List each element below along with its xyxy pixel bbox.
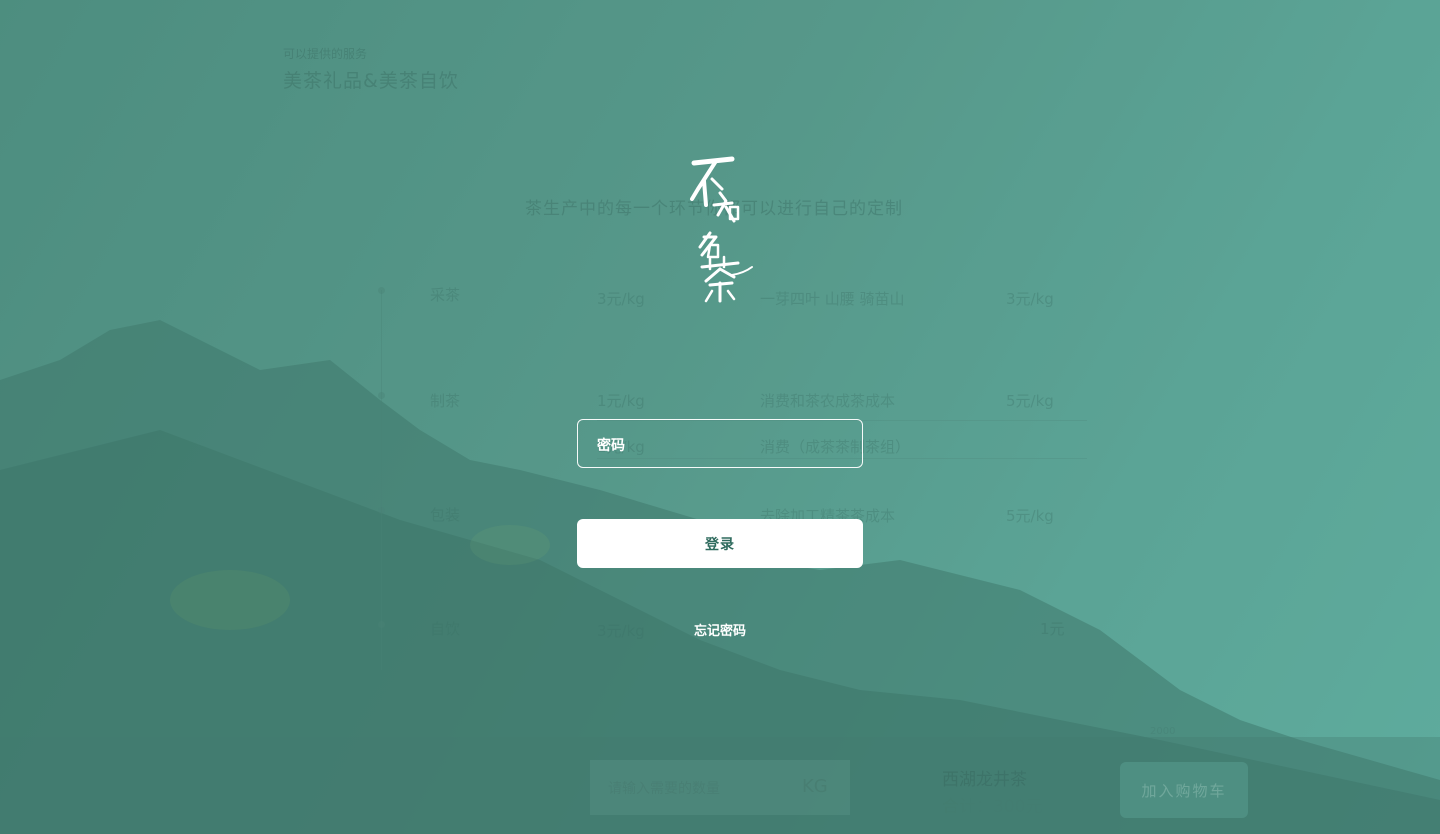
password-input[interactable] — [648, 428, 852, 460]
login-overlay: 密码 登录 忘记密码 — [0, 0, 1440, 834]
login-button[interactable]: 登录 — [577, 519, 863, 568]
password-label: 密码 — [597, 438, 625, 454]
password-field[interactable]: 密码 — [577, 419, 863, 468]
brand-logo-calligraphy — [690, 156, 753, 303]
forgot-password-link[interactable]: 忘记密码 — [694, 620, 746, 639]
